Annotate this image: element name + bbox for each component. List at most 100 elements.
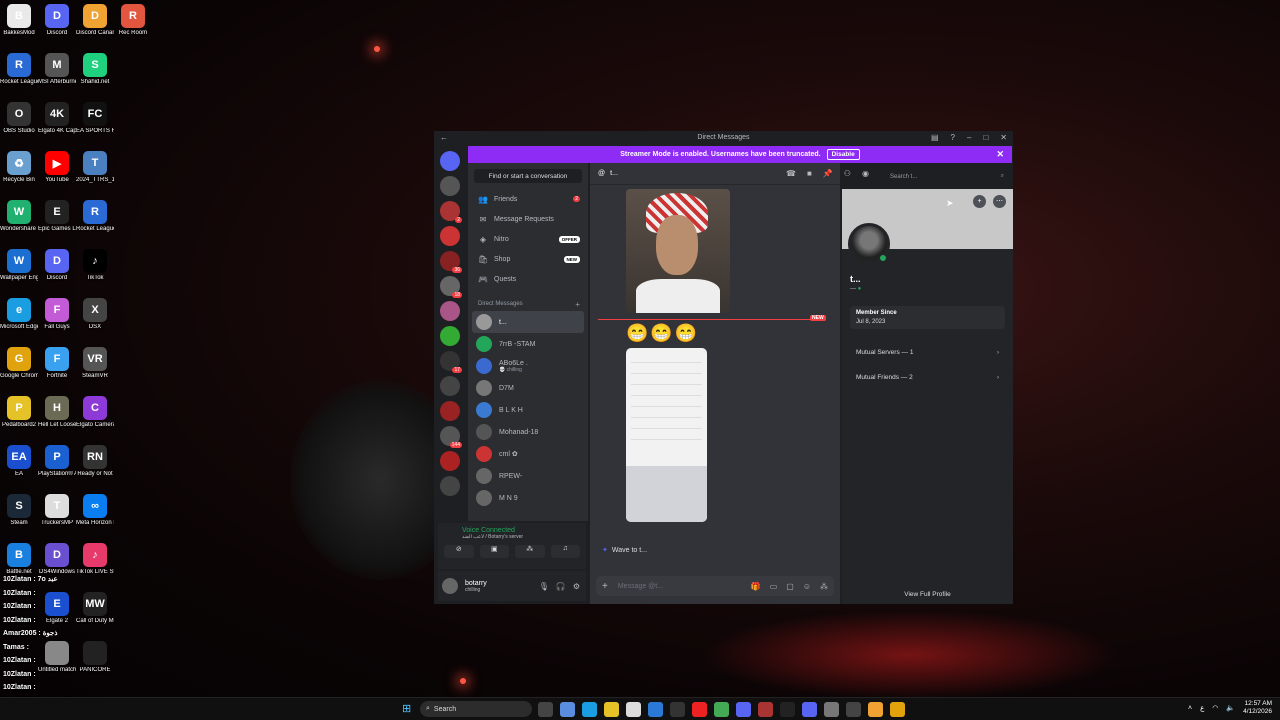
desktop-shortcut[interactable]: P PlayStation® Accessories [38, 445, 76, 478]
create-dm-icon[interactable]: + [575, 300, 580, 309]
dm-item[interactable]: cml ✿ [468, 443, 588, 465]
desktop-shortcut[interactable]: F Fortnite [38, 347, 76, 380]
avatar[interactable] [442, 578, 458, 594]
desktop-shortcut[interactable]: D Discord [38, 4, 76, 37]
desktop-shortcut[interactable]: RN Ready or Not [76, 445, 114, 478]
app-icon[interactable] [714, 702, 729, 717]
mic-icon[interactable]: 🎙 [539, 582, 549, 591]
server-icon[interactable]: 2 [440, 201, 462, 223]
desktop-shortcut[interactable]: ∞ Meta Horizon Link [76, 494, 114, 527]
server-icon[interactable] [440, 376, 460, 396]
server-icon[interactable]: 18 [440, 276, 462, 298]
language-indicator[interactable]: ع [1200, 704, 1204, 712]
nav-item-friends[interactable]: 👥 Friends 2 [468, 189, 588, 209]
desktop-shortcut[interactable]: VR SteamVR [76, 347, 114, 380]
server-icon[interactable] [440, 226, 460, 246]
video-call-icon[interactable]: ■ [807, 169, 812, 178]
dm-item[interactable]: t... [472, 311, 584, 333]
attach-plus-icon[interactable]: + [602, 581, 608, 592]
youtube-icon[interactable] [692, 702, 707, 717]
nav-item-quests[interactable]: 🎮 Quests [468, 269, 588, 289]
minimize-button[interactable]: – [967, 133, 971, 142]
mail-icon[interactable] [648, 702, 663, 717]
desktop-shortcut[interactable]: H Hell Let Loose [38, 396, 76, 429]
message-composer[interactable]: + Message @t... 🎁 ▭ ▢ ☺ ⁂ [596, 576, 834, 596]
close-button[interactable]: ✕ [1000, 133, 1007, 142]
desktop-shortcut[interactable]: R Rec Room [114, 4, 152, 37]
search-input[interactable]: Search t... ⌕ [886, 170, 1008, 183]
emoji-icon[interactable]: ☺ [803, 582, 811, 591]
dm-item[interactable]: ABo6Le . 💀 chilling [468, 355, 588, 377]
desktop-shortcut[interactable]: R Rocket League [0, 53, 38, 86]
server-icon[interactable]: 144 [440, 426, 462, 448]
desktop-shortcut[interactable]: X DSX [76, 298, 114, 331]
screen-share-icon[interactable]: ▣ [479, 545, 509, 558]
add-friend-icon[interactable]: + [973, 195, 986, 208]
server-icon[interactable] [440, 401, 460, 421]
desktop-shortcut[interactable]: D Discord [38, 249, 76, 282]
server-icon[interactable]: 36 [440, 251, 462, 273]
headphones-icon[interactable]: 🎧 [556, 582, 566, 591]
desktop-shortcut[interactable]: ♪ TikTok [76, 249, 114, 282]
desktop-shortcut[interactable]: FC EA SPORTS FC™ 26 [76, 102, 114, 135]
server-icon[interactable] [440, 326, 460, 346]
server-icon[interactable] [440, 451, 460, 471]
server-icon[interactable] [440, 301, 460, 321]
desktop-shortcut[interactable]: D Discord Canary [76, 4, 114, 37]
server-icon[interactable] [440, 476, 460, 496]
dm-item[interactable]: D7M [468, 377, 588, 399]
clock[interactable]: 12:57 AM 4/12/2026 [1243, 700, 1272, 716]
camera-off-icon[interactable]: ⊘ [444, 545, 474, 558]
desktop-shortcut[interactable]: S Shahid.net [76, 53, 114, 86]
desktop-shortcut[interactable]: T 2024_TTRS_1 (1) [76, 151, 114, 184]
dm-item[interactable]: Mohanad-18 [468, 421, 588, 443]
desktop-shortcut[interactable]: ▶ YouTube [38, 151, 76, 184]
dm-item[interactable]: 7rrB -STAM [468, 333, 588, 355]
disable-button[interactable]: Disable [826, 149, 860, 160]
desktop-shortcut[interactable]: B Battle.net [0, 543, 38, 576]
profile-avatar[interactable] [848, 223, 890, 265]
mutual-friends-row[interactable]: Mutual Friends — 2 › [850, 367, 1005, 387]
desktop-shortcut[interactable]: P Pedalboard2 [0, 396, 38, 429]
desktop-shortcut[interactable]: EA EA [0, 445, 38, 478]
nav-item-nitro[interactable]: ◈ Nitro OFFER [468, 229, 588, 249]
app-icon[interactable] [670, 702, 685, 717]
call-icon[interactable]: ☎ [786, 169, 796, 178]
taskbar-search[interactable]: ⌕ Search [420, 701, 532, 717]
gift-icon[interactable]: 🎁 [751, 582, 761, 591]
server-icon[interactable] [440, 176, 460, 196]
discord-icon[interactable] [802, 702, 817, 717]
wave-button[interactable]: ✦ Wave to t... [598, 543, 651, 557]
tray-chevron-icon[interactable]: ˄ [1188, 705, 1192, 712]
app-icon[interactable] [824, 702, 839, 717]
app-icon[interactable] [758, 702, 773, 717]
home-icon[interactable] [440, 151, 460, 171]
desktop-shortcut[interactable]: W Wallpaper Engine [0, 249, 38, 282]
desktop-shortcut[interactable]: D DS4Windows [38, 543, 76, 576]
pin-icon[interactable]: 📌 [823, 169, 833, 178]
settings-gear-icon[interactable]: ⚙ [573, 582, 580, 591]
app-icon[interactable] [846, 702, 861, 717]
server-icon[interactable]: 17 [440, 351, 462, 373]
maximize-button[interactable]: □ [983, 133, 988, 142]
banner-close-icon[interactable]: ✕ [996, 149, 1004, 160]
image-attachment[interactable] [626, 189, 730, 313]
edge-icon[interactable] [582, 702, 597, 717]
desktop-shortcut[interactable]: ♻ Recycle Bin [0, 151, 38, 184]
find-conversation-button[interactable]: Find or start a conversation [474, 169, 582, 183]
inbox-icon[interactable]: ▤ [931, 133, 939, 142]
desktop-shortcut[interactable]: W Wondershare Filmora 14 [0, 200, 38, 233]
nav-item-shop[interactable]: 🛍 Shop NEW [468, 249, 588, 269]
volume-icon[interactable]: 🔈 [1226, 704, 1235, 712]
desktop-shortcut[interactable]: ♪TikTok LIVE Studio [76, 543, 114, 576]
more-options-icon[interactable]: ⋯ [993, 195, 1006, 208]
apps-icon[interactable]: ⁂ [820, 582, 828, 591]
desktop-shortcut[interactable]: T TruckersMP [38, 494, 76, 527]
desktop-shortcut[interactable]: B BakkesMod [0, 4, 38, 37]
desktop-shortcut[interactable]: M MSI Afterburner [38, 53, 76, 86]
profile-icon[interactable]: ◉ [862, 169, 869, 178]
discord-canary-icon[interactable] [868, 702, 883, 717]
desktop-shortcut[interactable]: R Rocket League® [76, 200, 114, 233]
store-icon[interactable] [626, 702, 641, 717]
nav-item-message-requests[interactable]: ✉ Message Requests [468, 209, 588, 229]
